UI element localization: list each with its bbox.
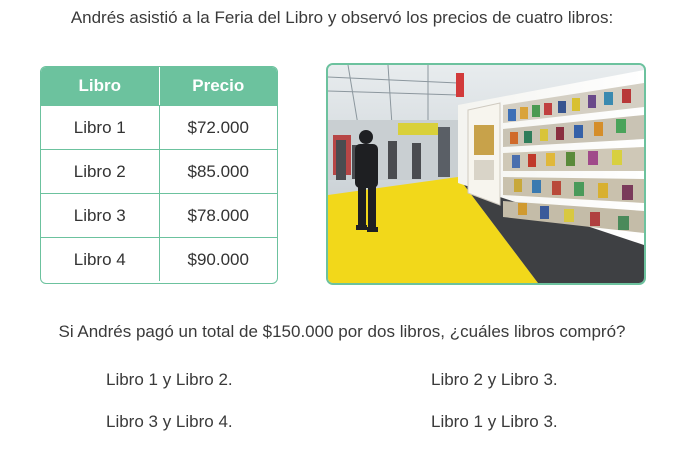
book-fair-photo (326, 63, 646, 285)
book-name: Libro 4 (73, 249, 126, 269)
book-name: Libro 2 (73, 161, 126, 181)
price-table: Libro Precio Libro 1 $72.000 Libro 2 $85… (40, 66, 278, 284)
table-row: Libro 2 $85.000 (41, 149, 277, 193)
book-name: Libro 1 (73, 117, 126, 137)
option-b[interactable]: Libro 2 y Libro 3. (431, 370, 558, 390)
option-a[interactable]: Libro 1 y Libro 2. (106, 370, 233, 390)
option-d[interactable]: Libro 1 y Libro 3. (431, 412, 558, 432)
book-name: Libro 3 (73, 205, 126, 225)
table-row: Libro 4 $90.000 (41, 237, 277, 281)
header-libro: Libro (78, 76, 122, 95)
table-header-row: Libro Precio (41, 67, 277, 105)
book-price: $78.000 (158, 194, 278, 237)
table-row: Libro 3 $78.000 (41, 193, 277, 237)
book-price: $85.000 (158, 150, 278, 193)
book-price: $90.000 (158, 238, 278, 281)
intro-text: Andrés asistió a la Feria del Libro y ob… (70, 8, 614, 27)
header-precio: Precio (158, 67, 278, 105)
option-c[interactable]: Libro 3 y Libro 4. (106, 412, 233, 432)
table-row: Libro 1 $72.000 (41, 105, 277, 149)
question-text: Si Andrés pagó un total de $150.000 por … (58, 322, 626, 341)
book-price: $72.000 (158, 106, 278, 149)
